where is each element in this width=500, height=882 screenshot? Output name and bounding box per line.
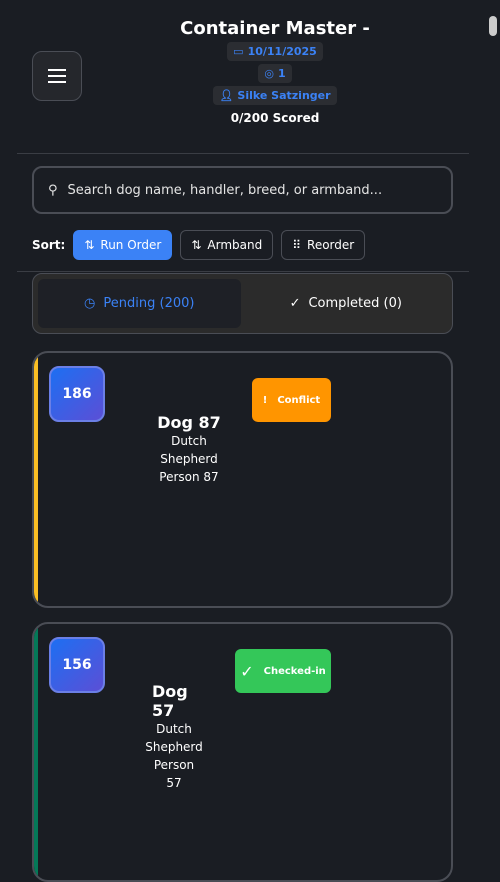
- armband-badge: 186: [49, 366, 105, 422]
- alert-icon: !: [262, 394, 268, 406]
- breed: Dutch Shepherd: [160, 434, 218, 466]
- judge-chip: 👤︎ Silke Satzinger: [213, 86, 337, 105]
- search-input[interactable]: ⚲ Search dog name, handler, breed, or arm…: [32, 166, 453, 214]
- scrollbar-thumb[interactable]: [489, 16, 497, 36]
- menu-button[interactable]: [32, 51, 82, 101]
- status-accent: [34, 353, 38, 606]
- calendar-icon: ▭: [233, 45, 244, 58]
- tab-completed[interactable]: ✓ Completed (0): [245, 279, 448, 328]
- drag-handle-icon: ⠿: [292, 238, 302, 252]
- dog-name: Dog 57: [152, 682, 188, 720]
- user-icon: 👤︎: [219, 89, 234, 102]
- sort-bar: Sort: ⇅ Run Order ⇅ Armband ⠿ Reorder: [32, 230, 366, 260]
- clock-icon: ◷: [84, 296, 96, 311]
- search-icon: ⚲: [48, 182, 58, 198]
- target-icon: ◎: [264, 67, 274, 80]
- check-icon: ✓: [240, 661, 254, 681]
- divider: [17, 271, 469, 272]
- dog-name: Dog 87: [157, 413, 221, 432]
- entry-card[interactable]: 186 Dog 87 Dutch Shepherd Person 87 ! Conf…: [32, 351, 453, 608]
- divider: [17, 153, 469, 154]
- sort-label: Sort:: [32, 238, 66, 252]
- entry-card[interactable]: 156 Dog 57 Dutch Shepherd Person 57 ✓ Checke…: [32, 622, 453, 882]
- header: Container Master - ▭ 10/11/2025 ◎ 1 👤︎ Silk…: [160, 18, 390, 125]
- reorder-button[interactable]: ⠿ Reorder: [281, 230, 366, 260]
- sort-armband-button[interactable]: ⇅ Armband: [180, 230, 274, 260]
- handler: Person 87: [159, 470, 219, 484]
- level-chip: ◎ 1: [258, 64, 292, 83]
- tab-pending[interactable]: ◷ Pending (200): [38, 279, 241, 328]
- sort-run-order-button[interactable]: ⇅ Run Order: [73, 230, 173, 260]
- sort-arrows-icon: ⇅: [191, 238, 202, 252]
- check-circle-icon: ✓: [289, 296, 301, 311]
- page-title: Container Master -: [180, 18, 370, 39]
- scrollbar[interactable]: [486, 0, 500, 849]
- status-accent: [34, 624, 38, 880]
- status-badge[interactable]: ✓ Checked-in: [235, 649, 331, 693]
- armband-badge: 156: [49, 637, 105, 693]
- date-chip: ▭ 10/11/2025: [227, 42, 323, 61]
- handler: Person 57: [153, 758, 195, 790]
- scored-count: 0/200 Scored: [230, 111, 320, 125]
- sort-arrows-icon: ⇅: [84, 238, 95, 252]
- status-badge[interactable]: ! Conflict: [252, 378, 331, 422]
- status-tabs: ◷ Pending (200) ✓ Completed (0): [32, 273, 453, 334]
- breed: Dutch Shepherd: [145, 722, 203, 754]
